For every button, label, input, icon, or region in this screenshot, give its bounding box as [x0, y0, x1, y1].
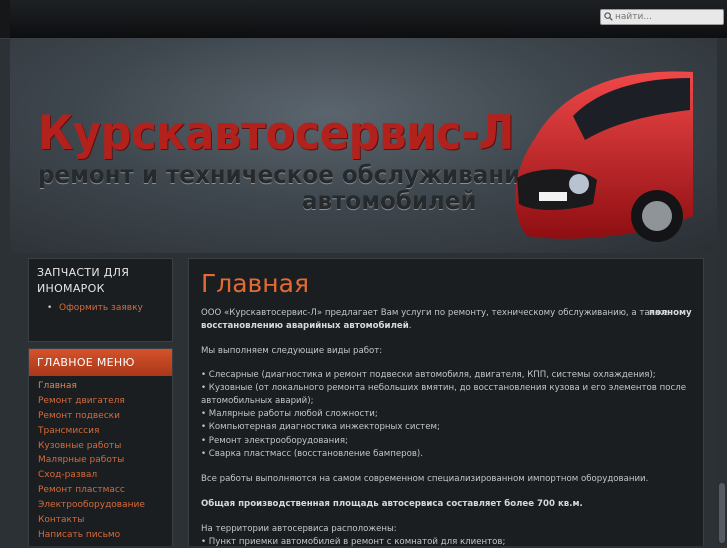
parts-box-title-line-1: ЗАПЧАСТИ ДЛЯ — [37, 266, 130, 279]
work-item: • Слесарные (диагностика и ремонт подвес… — [201, 370, 656, 380]
menu-item-paint-works[interactable]: Малярные работы — [29, 453, 172, 468]
menu-item-transmission[interactable]: Трансмиссия — [29, 424, 172, 439]
top-bar-edge — [0, 0, 10, 38]
work-item: • Малярные работы любой сложности; — [201, 409, 378, 419]
order-request-link[interactable]: Оформить заявку — [47, 303, 172, 313]
main-menu: ГЛАВНОЕ МЕНЮ Главная Ремонт двигателя Ре… — [28, 348, 173, 546]
intro-line-2: восстановлению аварийных автомобилей. — [201, 320, 411, 332]
page-scrollbar[interactable] — [717, 38, 727, 545]
parts-box-title: ЗАПЧАСТИ ДЛЯ ИНОМАРОК — [29, 259, 172, 297]
site-tagline-line-1: ремонт и техническое обслуживание — [38, 160, 536, 189]
menu-item-home[interactable]: Главная — [29, 379, 172, 394]
search-input[interactable] — [615, 10, 719, 24]
work-item-continued: автомобильных аварий); — [201, 396, 314, 406]
site-tagline-line-2: автомобилей — [302, 186, 477, 215]
red-car-image — [515, 71, 693, 242]
page-title: Главная — [201, 269, 309, 298]
intro-period: . — [408, 321, 412, 331]
area-bold-text: Общая производственная площадь автосерви… — [201, 499, 583, 509]
menu-item-contacts[interactable]: Контакты — [29, 513, 172, 528]
work-item: • Компьютерная диагностика инжекторных с… — [201, 422, 440, 432]
work-item: • Кузовные (от локального ремонта неболь… — [201, 383, 686, 393]
intro-text: ООО «Курскавтосервис-Л» предлагает Вам у… — [201, 308, 668, 318]
parts-box: ЗАПЧАСТИ ДЛЯ ИНОМАРОК Оформить заявку — [28, 258, 173, 342]
work-item: • Ремонт электрооборудования; — [201, 436, 348, 446]
menu-item-suspension-repair[interactable]: Ремонт подвески — [29, 409, 172, 424]
area-text: Общая производственная площадь автосерви… — [201, 498, 583, 510]
menu-item-plastic-repair[interactable]: Ремонт пластмасс — [29, 483, 172, 498]
main-content: Главная ООО «Курскавтосервис-Л» предлага… — [188, 258, 704, 547]
site-logo-title[interactable]: Курскавтосервис-Л — [38, 106, 514, 161]
works-heading: Мы выполняем следующие виды работ: — [201, 346, 383, 356]
intro-line-1: ООО «Курскавтосервис-Л» предлагает Вам у… — [201, 307, 692, 319]
located-item: • Пункт приемки автомобилей в ремонт с к… — [201, 537, 506, 547]
intro-bold-word: полному — [649, 308, 692, 318]
work-item: • Сварка пластмасс (восстановление бампе… — [201, 449, 423, 459]
intro-bold-phrase: восстановлению аварийных автомобилей — [201, 321, 409, 331]
located-heading: На территории автосервиса расположены: — [201, 524, 397, 534]
menu-item-write-letter[interactable]: Написать письмо — [29, 528, 172, 543]
search-box[interactable] — [600, 9, 724, 25]
menu-item-body-works[interactable]: Кузовные работы — [29, 439, 172, 454]
menu-item-electrical[interactable]: Электрооборудование — [29, 498, 172, 513]
search-icon — [604, 12, 613, 21]
equipment-text: Все работы выполняются на самом современ… — [201, 474, 649, 484]
menu-item-wheel-alignment[interactable]: Сход-развал — [29, 468, 172, 483]
scrollbar-thumb[interactable] — [719, 483, 725, 543]
main-menu-title: ГЛАВНОЕ МЕНЮ — [29, 349, 172, 376]
parts-box-title-line-2: ИНОМАРОК — [37, 282, 105, 295]
menu-item-engine-repair[interactable]: Ремонт двигателя — [29, 394, 172, 409]
top-bar — [0, 0, 727, 39]
